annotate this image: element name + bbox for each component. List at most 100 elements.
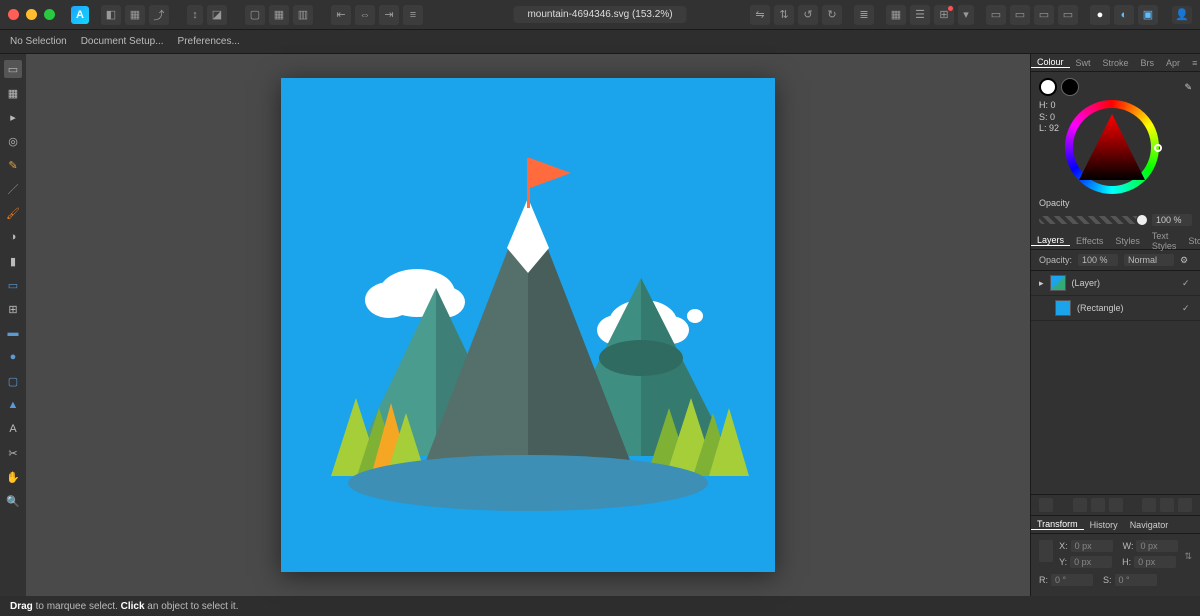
move-tool-icon[interactable]: ▭ [4,60,22,78]
mask-icon[interactable] [1073,498,1087,512]
order-front-icon[interactable]: ▭ [986,5,1006,25]
order-backward-icon[interactable]: ▭ [1034,5,1054,25]
rectangle-tool-icon[interactable]: ▬ [4,324,22,342]
corner-tool-icon[interactable]: ◎ [4,132,22,150]
vector-crop-tool-icon[interactable]: ✂ [4,444,22,462]
s-input[interactable]: 0 ° [1115,574,1157,586]
preferences-button[interactable]: Preferences... [178,36,240,47]
flip-v-icon[interactable]: ⇅ [774,5,794,25]
tab-styles[interactable]: Styles [1109,236,1146,246]
pan-tool-icon[interactable]: ✋ [4,468,22,486]
text-tool-icon[interactable]: A [4,420,22,438]
fill-swatch[interactable] [1039,78,1057,96]
layer-group-icon[interactable] [1039,498,1053,512]
ellipse-tool-icon[interactable]: ● [4,348,22,366]
close-window-icon[interactable] [8,9,19,20]
add-mask-icon[interactable]: ▣ [1138,5,1158,25]
add-layer-icon[interactable]: ● [1090,5,1110,25]
minimize-window-icon[interactable] [26,9,37,20]
pen-tool-icon[interactable]: ✎ [4,156,22,174]
snap-bounds-icon[interactable]: ▢ [245,5,265,25]
node-tool-icon[interactable]: ▸ [4,108,22,126]
layer-row[interactable]: ▸ (Layer) ✓ [1031,271,1200,296]
tab-appearance[interactable]: Apr [1160,58,1186,68]
adjustment-icon[interactable] [1091,498,1105,512]
zoom-tool-icon[interactable]: 🔍 [4,492,22,510]
tab-text-styles[interactable]: Text Styles [1146,231,1183,251]
tab-brushes[interactable]: Brs [1135,58,1161,68]
guides-icon[interactable]: ☰ [910,5,930,25]
flip-h-icon[interactable]: ⇋ [750,5,770,25]
document-canvas[interactable] [281,78,775,572]
colour-wheel[interactable] [1065,100,1159,194]
tab-navigator[interactable]: Navigator [1124,520,1175,530]
visibility-checkbox[interactable]: ✓ [1182,278,1192,288]
grid-icon[interactable]: ▦ [886,5,906,25]
fx-icon[interactable] [1109,498,1123,512]
layer-opacity-value[interactable]: 100 % [1078,254,1118,266]
order-back-icon[interactable]: ▭ [1058,5,1078,25]
swatch-toggle-icon[interactable]: ◪ [207,5,227,25]
place-image-tool-icon[interactable]: ▭ [4,276,22,294]
r-input[interactable]: 0 ° [1051,574,1093,586]
snap-guides-icon[interactable]: ▥ [293,5,313,25]
tab-layers[interactable]: Layers [1031,235,1070,246]
account-icon[interactable]: 👤 [1172,6,1192,24]
document-title[interactable]: mountain-4694346.svg (153.2%) [513,6,686,23]
crop-tool-icon[interactable]: ⊞ [4,300,22,318]
opacity-value[interactable]: 100 % [1152,214,1192,226]
canvas-area[interactable] [26,54,1030,596]
blend-mode-select[interactable]: Normal [1124,254,1174,266]
document-setup-button[interactable]: Document Setup... [81,36,164,47]
align-left-icon[interactable]: ⇤ [331,5,351,25]
tab-stroke[interactable]: Stroke [1097,58,1135,68]
tab-transform[interactable]: Transform [1031,519,1084,530]
opacity-slider[interactable] [1039,216,1148,224]
add-layer-icon[interactable] [1142,498,1156,512]
align-right-icon[interactable]: ⇥ [379,5,399,25]
rotate-cw-icon[interactable]: ↻ [822,5,842,25]
arrow-tool-icon[interactable]: ↕ [187,5,203,25]
align-justify-icon[interactable]: ≡ [403,5,423,25]
tab-swatches[interactable]: Swt [1070,58,1097,68]
visibility-checkbox[interactable]: ✓ [1182,303,1192,313]
stroke-swatch[interactable] [1061,78,1079,96]
tab-effects[interactable]: Effects [1070,236,1109,246]
rounded-rect-tool-icon[interactable]: ▢ [4,372,22,390]
x-input[interactable]: 0 px [1071,540,1113,552]
align-center-icon[interactable]: ⇔ [355,5,375,25]
tab-history[interactable]: History [1084,520,1124,530]
maximize-window-icon[interactable] [44,9,55,20]
persona-pixel-icon[interactable]: ▦ [125,5,145,25]
transparency-tool-icon[interactable]: ▮ [4,252,22,270]
eyedropper-icon[interactable]: ✎ [1184,82,1192,93]
persona-export-icon[interactable]: ⤴ [149,5,169,25]
brush-tool-icon[interactable]: 🖌 [4,204,22,222]
fill-tool-icon[interactable]: ◑ [4,228,22,246]
expand-icon[interactable]: ▸ [1039,278,1044,289]
anchor-grid-icon[interactable] [1039,540,1053,562]
delete-layer-icon[interactable] [1178,498,1192,512]
add-pixel-icon[interactable] [1160,498,1174,512]
tab-colour[interactable]: Colour [1031,57,1070,68]
order-forward-icon[interactable]: ▭ [1010,5,1030,25]
tab-stock[interactable]: Stock [1182,236,1200,246]
h-input[interactable]: 0 px [1134,556,1176,568]
w-input[interactable]: 0 px [1136,540,1178,552]
triangle-tool-icon[interactable]: ▲ [4,396,22,414]
panel-menu-icon[interactable]: ≡ [1186,58,1200,68]
add-pixel-layer-icon[interactable]: ◐ [1114,5,1134,25]
layer-settings-icon[interactable]: ⚙ [1180,255,1188,266]
dropdown-icon[interactable]: ▾ [958,5,974,25]
layer-name: (Layer) [1072,278,1101,288]
snap-grid-icon[interactable]: ▦ [269,5,289,25]
rotate-ccw-icon[interactable]: ↺ [798,5,818,25]
layer-row[interactable]: (Rectangle) ✓ [1031,296,1200,321]
distribute-icon[interactable]: ≣ [854,5,874,25]
link-wh-icon[interactable]: ⇅ [1184,551,1192,562]
snap-icon[interactable]: ⊞ [934,5,954,25]
persona-designer-icon[interactable]: ◧ [101,5,121,25]
artboard-tool-icon[interactable]: ▦ [4,84,22,102]
y-input[interactable]: 0 px [1070,556,1112,568]
pencil-tool-icon[interactable]: ／ [4,180,22,198]
